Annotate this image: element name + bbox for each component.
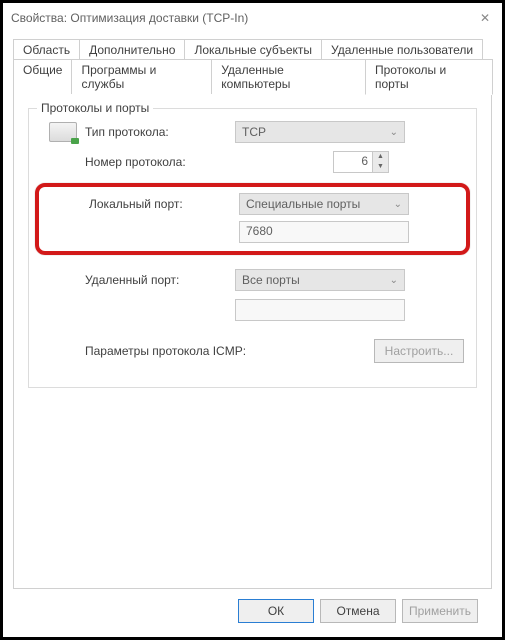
title-bar: Свойства: Оптимизация доставки (TCP-In) [3,3,502,33]
dialog-footer: ОК Отмена Применить [13,589,492,637]
local-port-input[interactable]: 7680 [239,221,409,243]
tab-programs-services[interactable]: Программы и службы [71,59,212,94]
tab-remote-computers[interactable]: Удаленные компьютеры [211,59,366,94]
tab-scope[interactable]: Область [13,39,80,60]
icmp-settings-label: Параметры протокола ICMP: [85,344,368,358]
local-port-highlight: Локальный порт: Специальные порты ⌄ [35,183,470,255]
apply-button[interactable]: Применить [402,599,478,623]
protocol-type-value: TCP [242,125,266,139]
group-legend: Протоколы и порты [37,101,153,115]
spinner-down-icon[interactable]: ▼ [373,162,388,172]
chevron-down-icon: ⌄ [394,199,402,210]
chevron-down-icon: ⌄ [390,127,398,138]
remote-port-select-value: Все порты [242,273,300,287]
tab-general[interactable]: Общие [13,59,72,94]
protocol-number-spinner[interactable]: 6 ▲ ▼ [333,151,389,173]
protocol-type-label: Тип протокола: [85,125,235,139]
remote-port-input[interactable] [235,299,405,321]
icmp-configure-button: Настроить... [374,339,464,363]
local-port-select-value: Специальные порты [246,197,360,211]
window-title: Свойства: Оптимизация доставки (TCP-In) [11,11,480,25]
close-icon[interactable] [480,11,494,25]
dialog-window: Свойства: Оптимизация доставки (TCP-In) … [3,3,502,637]
protocol-number-value: 6 [333,151,373,173]
tab-remote-users[interactable]: Удаленные пользователи [321,39,483,60]
chevron-down-icon: ⌄ [390,275,398,286]
local-port-label: Локальный порт: [89,197,239,211]
tab-advanced[interactable]: Дополнительно [79,39,185,60]
tab-protocols-ports[interactable]: Протоколы и порты [365,59,493,95]
tab-strip: Область Дополнительно Локальные субъекты… [13,39,492,94]
protocol-type-select[interactable]: TCP ⌄ [235,121,405,143]
remote-port-label: Удаленный порт: [85,273,235,287]
cancel-button[interactable]: Отмена [320,599,396,623]
tab-local-principals[interactable]: Локальные субъекты [184,39,322,60]
group-protocols-ports: Протоколы и порты Тип протокола: TCP ⌄ [28,108,477,388]
local-port-select[interactable]: Специальные порты ⌄ [239,193,409,215]
network-adapter-icon [49,122,77,142]
spinner-up-icon[interactable]: ▲ [373,152,388,162]
remote-port-select[interactable]: Все порты ⌄ [235,269,405,291]
tab-panel: Протоколы и порты Тип протокола: TCP ⌄ [13,94,492,589]
protocol-number-label: Номер протокола: [85,155,235,169]
ok-button[interactable]: ОК [238,599,314,623]
